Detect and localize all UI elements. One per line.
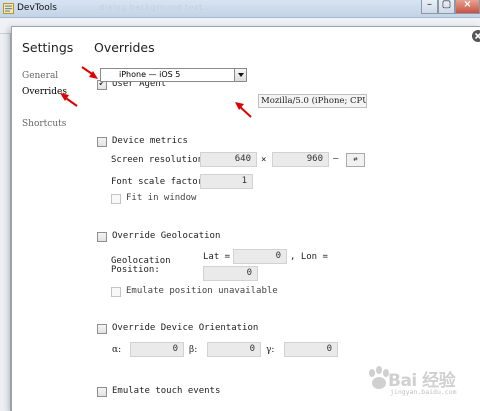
app-icon: [3, 3, 14, 14]
close-icon: ×: [463, 0, 472, 10]
orientation-checkbox[interactable]: [97, 324, 107, 334]
window-close-button[interactable]: ×: [455, 0, 480, 14]
gamma-field[interactable]: 0: [284, 342, 338, 357]
touch-events-label: Emulate touch events: [112, 386, 221, 396]
watermark: Bai 经验 jingyan.baidu.com: [366, 364, 474, 398]
user-agent-select[interactable]: iPhone — iOS 5: [100, 68, 247, 82]
geolocation-checkbox[interactable]: [97, 232, 107, 242]
device-metrics-checkbox[interactable]: [97, 137, 107, 147]
maximize-button[interactable]: ▢: [438, 0, 455, 14]
section-title: Overrides: [94, 40, 155, 55]
screen-resolution-label: Screen resolution:: [111, 155, 209, 165]
times-symbol: ×: [261, 155, 267, 165]
beta-field[interactable]: 0: [207, 342, 261, 357]
gamma-label: γ:: [266, 345, 275, 355]
resolution-height-field[interactable]: 960: [272, 152, 329, 167]
background-frame: [0, 34, 11, 411]
orientation-label: Override Device Orientation: [112, 323, 259, 333]
settings-dialog: Settings Overrides General Overrides Sho…: [11, 26, 480, 411]
alpha-field[interactable]: 0: [130, 342, 184, 357]
device-metrics-label: Device metrics: [112, 136, 188, 146]
user-agent-selected: iPhone — iOS 5: [119, 70, 181, 79]
touch-events-checkbox[interactable]: [97, 387, 107, 397]
geolocation-position-label-2: Position:: [111, 265, 160, 275]
dash-symbol: –: [333, 154, 339, 164]
settings-title: Settings: [22, 40, 74, 55]
swap-dimensions-button[interactable]: ⇄: [346, 153, 365, 167]
lat-field[interactable]: 0: [233, 249, 287, 264]
position-unavailable-checkbox[interactable]: [111, 287, 121, 297]
position-unavailable-label: Emulate position unavailable: [126, 286, 278, 296]
resolution-width-field[interactable]: 640: [200, 152, 257, 167]
minimize-button[interactable]: –: [421, 0, 438, 14]
lat-label: Lat =: [203, 252, 231, 262]
sidebar-item-shortcuts[interactable]: Shortcuts: [22, 119, 66, 129]
watermark-url: jingyan.baidu.com: [390, 388, 457, 396]
dialog-close-icon[interactable]: [471, 29, 480, 43]
lon-label: , Lon =: [290, 252, 328, 262]
maximize-icon: ▢: [441, 0, 452, 10]
geolocation-label: Override Geolocation: [112, 231, 221, 241]
fit-window-label: Fit in window: [126, 193, 197, 203]
user-agent-string[interactable]: Mozilla/5.0 (iPhone; CPU iPhone OS 5_0 l…: [258, 94, 367, 108]
fit-window-checkbox[interactable]: [111, 194, 121, 204]
font-scale-label: Font scale factor:: [111, 177, 209, 187]
lon-field[interactable]: 0: [203, 266, 258, 281]
chevron-down-icon[interactable]: [234, 69, 246, 81]
alpha-label: α:: [112, 345, 122, 355]
sidebar-item-general[interactable]: General: [22, 71, 58, 81]
font-scale-field[interactable]: 1: [200, 174, 253, 189]
window-titlebar: DevTools ...dialog background text... – …: [0, 0, 480, 18]
background-window-text: ...dialog background text...: [90, 3, 212, 12]
window-title: DevTools: [17, 3, 57, 13]
swap-icon: ⇄: [353, 155, 358, 163]
beta-label: β:: [189, 345, 198, 355]
minimize-icon: –: [427, 0, 432, 10]
sidebar-item-overrides[interactable]: Overrides: [22, 87, 67, 97]
